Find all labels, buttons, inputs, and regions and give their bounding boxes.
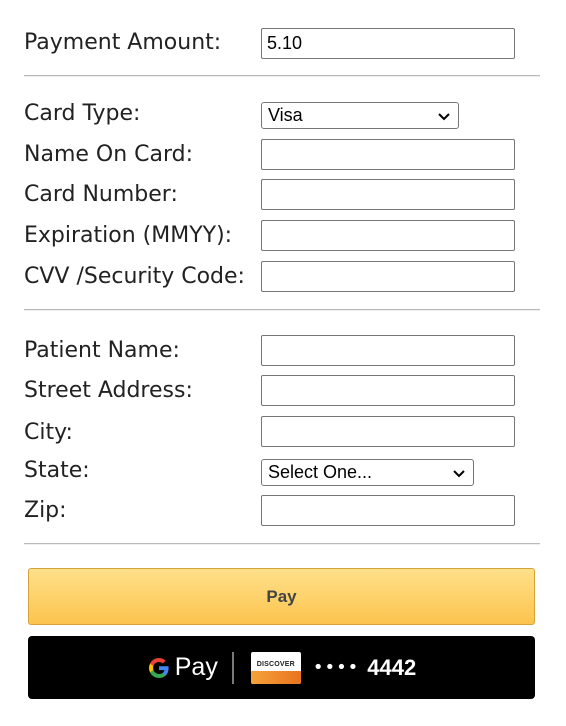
google-g-icon bbox=[148, 657, 169, 678]
expiration-label: Expiration (MMYY): bbox=[24, 223, 233, 248]
city-label: City: bbox=[24, 420, 73, 445]
street-address-label: Street Address: bbox=[24, 378, 193, 403]
patient-name-label: Patient Name: bbox=[24, 338, 180, 363]
patient-name-input[interactable] bbox=[261, 335, 515, 366]
state-label: State: bbox=[24, 458, 90, 483]
cvv-label: CVV /Security Code: bbox=[24, 264, 245, 289]
divider bbox=[24, 543, 540, 545]
cvv-input[interactable] bbox=[261, 261, 515, 292]
street-address-input[interactable] bbox=[261, 375, 515, 406]
divider bbox=[24, 75, 540, 77]
payment-amount-label: Payment Amount: bbox=[24, 30, 222, 55]
city-input[interactable] bbox=[261, 416, 515, 447]
google-pay-separator bbox=[231, 651, 234, 684]
divider bbox=[24, 309, 540, 311]
chevron-down-icon bbox=[438, 112, 450, 120]
card-mask: •••• bbox=[312, 657, 360, 678]
card-type-select[interactable]: Visa bbox=[261, 102, 459, 129]
name-on-card-label: Name On Card: bbox=[24, 142, 194, 167]
pay-button-label: Pay bbox=[266, 586, 297, 606]
zip-input[interactable] bbox=[261, 495, 515, 526]
payment-amount-input[interactable] bbox=[261, 28, 515, 59]
state-selected-value: Select One... bbox=[268, 462, 373, 482]
google-pay-content: Pay DISCOVER •••• 4442 bbox=[147, 651, 417, 684]
google-pay-button[interactable]: Pay DISCOVER •••• 4442 bbox=[28, 636, 535, 699]
card-last4: 4442 bbox=[367, 654, 417, 680]
state-select[interactable]: Select One... bbox=[261, 459, 474, 486]
card-number-label: Card Number: bbox=[24, 182, 178, 207]
card-number-input[interactable] bbox=[261, 179, 515, 210]
card-type-selected-value: Visa bbox=[268, 105, 303, 125]
card-type-label: Card Type: bbox=[24, 101, 141, 126]
chevron-down-icon bbox=[453, 469, 465, 477]
pay-button[interactable]: Pay bbox=[28, 568, 535, 625]
discover-card-icon: DISCOVER bbox=[250, 651, 301, 684]
expiration-input[interactable] bbox=[261, 220, 515, 251]
name-on-card-input[interactable] bbox=[261, 139, 515, 170]
google-pay-label: Pay bbox=[174, 653, 218, 681]
zip-label: Zip: bbox=[24, 498, 67, 523]
